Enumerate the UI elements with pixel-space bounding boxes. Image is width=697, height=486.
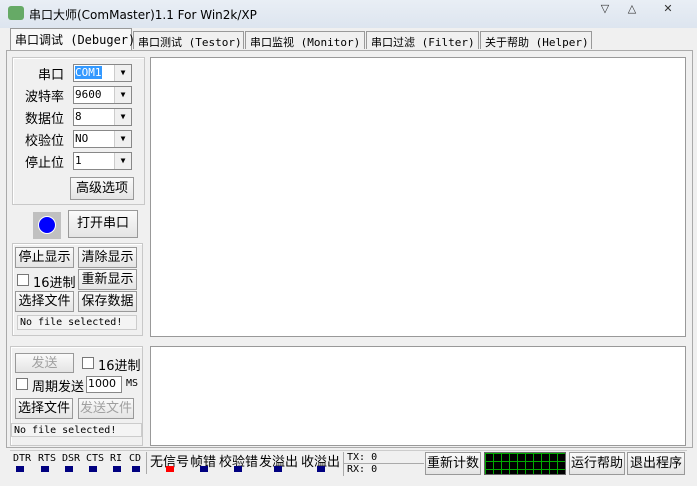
- window-title: 串口大师(ComMaster)1.1 For Win2k/XP: [29, 8, 257, 22]
- send-button[interactable]: 发送: [15, 353, 74, 373]
- send-hex-checkbox[interactable]: [82, 357, 94, 369]
- setting-label: 停止位: [24, 156, 64, 171]
- setting-value: 8: [75, 110, 82, 123]
- period-input[interactable]: 1000: [86, 376, 122, 393]
- error-indicator-led: [234, 466, 242, 472]
- signal-led: [16, 466, 24, 472]
- period-unit: MS: [126, 378, 139, 389]
- receive-hex-checkbox[interactable]: [17, 274, 29, 286]
- tab-testor[interactable]: 串口测试 (Testor): [133, 31, 244, 49]
- receive-file-status: No file selected!: [17, 315, 137, 330]
- signal-label: RTS: [38, 453, 57, 464]
- signal-led: [65, 466, 73, 472]
- signal-led: [113, 466, 121, 472]
- signal-led: [89, 466, 97, 472]
- traffic-graph: [484, 452, 566, 475]
- stop-display-button[interactable]: 停止显示: [15, 247, 74, 268]
- rx-count: RX: 0: [347, 464, 378, 475]
- clear-display-button[interactable]: 清除显示: [78, 247, 137, 268]
- port-status-led: [33, 212, 61, 239]
- send-hex-label: 16进制: [98, 359, 141, 374]
- tab-helper[interactable]: 关于帮助 (Helper): [480, 31, 592, 49]
- counters: TX: 0 RX: 0: [343, 452, 424, 476]
- error-indicator-led: [200, 466, 208, 472]
- chevron-down-icon[interactable]: ▼: [114, 153, 131, 169]
- setting-label: 串口: [37, 68, 64, 83]
- title-bar: 串口大师(ComMaster)1.1 For Win2k/XP ▽ △ ✕: [0, 0, 697, 28]
- exit-button[interactable]: 退出程序: [627, 452, 685, 475]
- setting-label: 校验位: [24, 134, 64, 149]
- setting-select[interactable]: COM1 ▼: [73, 64, 132, 82]
- send-file-button[interactable]: 发送文件: [78, 398, 134, 419]
- signal-led: [41, 466, 49, 472]
- open-port-button[interactable]: 打开串口: [68, 210, 138, 238]
- setting-select[interactable]: 1 ▼: [73, 152, 132, 170]
- save-data-button[interactable]: 保存数据: [78, 291, 137, 312]
- signal-label: RI: [110, 453, 123, 464]
- chevron-down-icon[interactable]: ▼: [114, 87, 131, 103]
- error-indicator-led: [317, 466, 325, 472]
- send-select-file-button[interactable]: 选择文件: [15, 398, 73, 419]
- receive-hex-label: 16进制: [33, 276, 76, 291]
- chevron-down-icon[interactable]: ▼: [114, 65, 131, 81]
- setting-value: COM1: [75, 66, 102, 79]
- setting-select[interactable]: 9600 ▼: [73, 86, 132, 104]
- reset-count-button[interactable]: 重新计数: [425, 452, 481, 475]
- signal-label: CTS: [86, 453, 105, 464]
- send-file-status: No file selected!: [11, 423, 142, 437]
- signal-label: CD: [129, 453, 142, 464]
- led-icon: [38, 216, 56, 234]
- error-indicator-led: [274, 466, 282, 472]
- setting-value: 9600: [75, 88, 102, 101]
- redisplay-button[interactable]: 重新显示: [78, 269, 137, 290]
- close-button[interactable]: ✕: [655, 2, 681, 18]
- receive-textarea[interactable]: [150, 57, 686, 337]
- setting-value: 1: [75, 154, 82, 167]
- signal-label: DSR: [62, 453, 81, 464]
- signal-led: [132, 466, 140, 472]
- advanced-options-button[interactable]: 高级选项: [70, 177, 134, 200]
- select-file-button[interactable]: 选择文件: [15, 291, 74, 312]
- maximize-button[interactable]: △: [619, 2, 645, 18]
- periodic-send-label: 周期发送: [32, 380, 85, 395]
- error-indicator-led: [166, 466, 174, 472]
- setting-label: 波特率: [24, 90, 64, 105]
- tab-monitor[interactable]: 串口监视 (Monitor): [245, 31, 365, 49]
- chevron-down-icon[interactable]: ▼: [114, 131, 131, 147]
- setting-select[interactable]: 8 ▼: [73, 108, 132, 126]
- setting-label: 数据位: [24, 112, 64, 127]
- app-icon: [8, 6, 24, 20]
- minimize-button[interactable]: ▽: [592, 2, 618, 18]
- run-help-button[interactable]: 运行帮助: [569, 452, 625, 475]
- tab-debuger[interactable]: 串口调试 (Debuger): [10, 28, 135, 50]
- send-textarea[interactable]: [150, 346, 686, 446]
- chevron-down-icon[interactable]: ▼: [114, 109, 131, 125]
- tx-count: TX: 0: [347, 452, 378, 463]
- setting-select[interactable]: NO ▼: [73, 130, 132, 148]
- signal-label: DTR: [13, 453, 32, 464]
- tab-filter[interactable]: 串口过滤 (Filter): [366, 31, 479, 49]
- periodic-send-checkbox[interactable]: [16, 378, 28, 390]
- setting-value: NO: [75, 132, 89, 145]
